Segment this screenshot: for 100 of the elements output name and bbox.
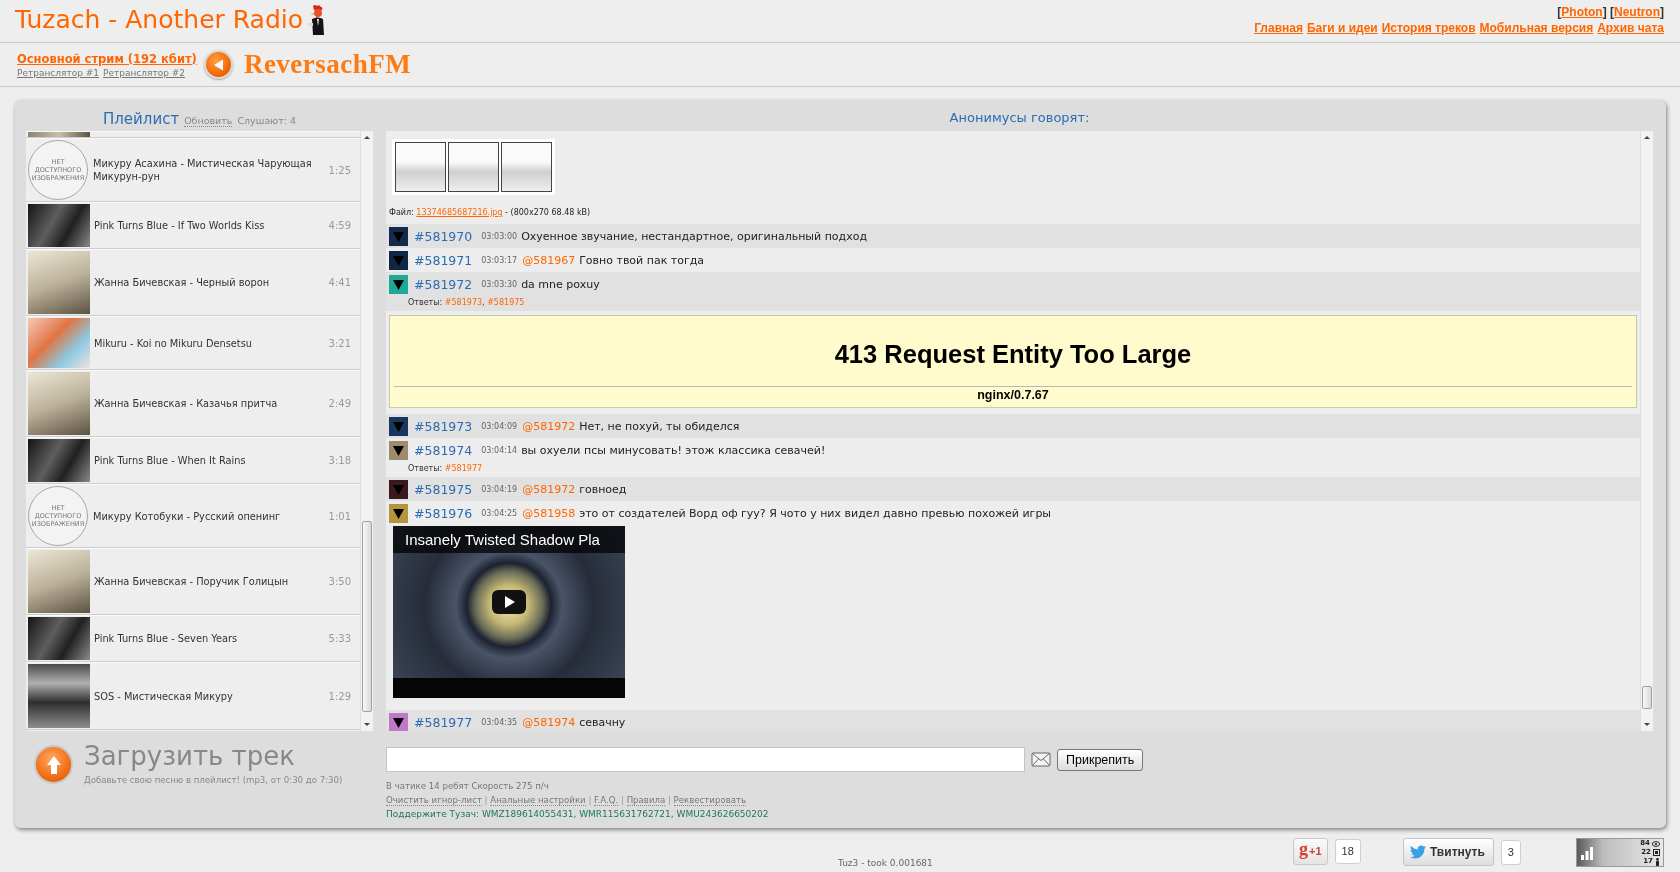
post-time: 03:04:25: [481, 508, 518, 518]
track-title: Pink Turns Blue - When It Rains: [94, 454, 247, 467]
track-title: SOS - Мистическая Микуру: [94, 689, 234, 703]
reply-link[interactable]: #581975: [487, 298, 525, 307]
post-number-link[interactable]: #581971: [414, 252, 473, 268]
post-number-link[interactable]: #581973: [414, 418, 473, 434]
photo-placeholder: [28, 617, 90, 660]
chat-title: Анонимусы говорят:: [949, 110, 1090, 125]
listeners-count: Слушают: 4: [237, 115, 297, 126]
photo-placeholder: [28, 318, 90, 368]
playlist-title: Плейлист: [102, 110, 180, 128]
track-title: Mikuru - Koi no Mikuru Densetsu: [94, 336, 253, 350]
settings-link[interactable]: F.A.Q.: [594, 795, 619, 806]
video-title: Insanely Twisted Shadow Pla: [393, 526, 625, 553]
reply-link[interactable]: #581977: [444, 464, 483, 473]
playlist-row[interactable]: Mikuru - Koi no Mikuru Densetsu 3:21: [26, 316, 360, 370]
playlist-row[interactable]: Pink Turns Blue - Seven Years 5:33: [26, 615, 360, 662]
upload-button[interactable]: [34, 745, 73, 784]
post-number-link[interactable]: #581970: [414, 228, 473, 244]
message-text: это от создателей Ворд оф гуу? Я чото у них видел давно превью похожей игры: [579, 506, 1052, 520]
post-time: 03:04:19: [481, 484, 518, 494]
relay-link[interactable]: Ретранслятор #2: [103, 67, 186, 78]
playlist-row[interactable]: Жанна Бичевская - Казачья притча 2:49: [26, 370, 360, 437]
nav-link[interactable]: Баги и идеи: [1306, 20, 1378, 36]
post-time: 03:03:17: [481, 255, 518, 265]
box-icon: [1653, 849, 1660, 856]
post-number-link[interactable]: #581972: [414, 276, 473, 292]
google-plus-button[interactable]: g+1: [1293, 838, 1328, 865]
settings-link[interactable]: Реквестировать: [673, 795, 747, 806]
track-title: Жанна Бичевская - Поручик Голицын: [94, 575, 290, 588]
post-time: 03:04:09: [481, 421, 518, 431]
track-duration: 2:49: [328, 398, 351, 409]
file-info-text: Файл: 13374685687216.jpg - (800x270 68.48 kB): [389, 208, 592, 217]
attach-button[interactable]: Прикрепить: [1057, 748, 1144, 771]
message-text: Говно твой пак тогда: [579, 253, 705, 267]
message-input[interactable]: [386, 747, 1025, 772]
track-duration: 3:21: [328, 337, 351, 349]
track-duration: 4:59: [328, 220, 351, 231]
error-title: 413 Request Entity Too Large: [833, 340, 1193, 368]
play-button-icon[interactable]: [492, 590, 526, 614]
chat-links: Очистить игнор-лист | Анальные настройки | F.A.Q. | Правила | Реквестировать: [386, 794, 748, 806]
track-duration: 3:18: [328, 455, 351, 466]
track-title: Pink Turns Blue - Seven Years: [94, 632, 239, 645]
replies-text: Ответы: #581973, #581975: [407, 297, 526, 309]
eye-icon: [1652, 840, 1660, 847]
settings-link[interactable]: Анальные настройки: [490, 795, 586, 806]
rooster-icon: [305, 4, 327, 36]
skin-link[interactable]: Photon: [1561, 5, 1603, 19]
track-title: Микуру Котобуки - Русский опенинг: [93, 509, 282, 523]
replies-text: Ответы: #581977: [407, 463, 484, 475]
nav-link[interactable]: Архив чата: [1597, 20, 1664, 36]
tweet-button[interactable]: Твитнуть: [1403, 838, 1494, 866]
station-logo-text: ReversachFM: [243, 49, 412, 80]
post-time: 03:03:30: [481, 279, 518, 289]
upload-hint: Добавьте свою песню в плейлист! (mp3, от 0:30 до 7:30): [84, 775, 343, 785]
reply-link[interactable]: @581967: [522, 253, 576, 267]
main-stream-link[interactable]: Основной стрим (192 кбит): [17, 51, 197, 66]
settings-link[interactable]: Очистить игнор-лист: [386, 795, 482, 806]
nav-link[interactable]: История треков: [1381, 20, 1476, 36]
message-text: da mne poxuy: [521, 277, 600, 291]
scrollbar-thumb[interactable]: [362, 521, 372, 712]
playlist-row[interactable]: Pink Turns Blue - If Two Worlds Kiss 4:59: [26, 202, 360, 249]
skin-link[interactable]: Neutron: [1614, 5, 1660, 19]
post-number-link[interactable]: #581975: [414, 481, 473, 497]
post-time: 03:04:35: [481, 717, 518, 727]
reply-link[interactable]: @581972: [522, 419, 576, 433]
scrollbar-thumb[interactable]: [1642, 686, 1652, 709]
playlist-row[interactable]: Жанна Бичевская - Поручик Голицын 3:50: [26, 548, 360, 615]
share-count: 18: [1334, 839, 1361, 864]
playlist-row[interactable]: SOS - Мистическая Микуру 1:29: [26, 662, 360, 730]
playlist-row[interactable]: Pink Turns Blue - When It Rains 3:18: [26, 437, 360, 484]
settings-link[interactable]: Правила: [626, 795, 666, 806]
video-placeholder[interactable]: Insanely Twisted Shadow Pla: [393, 526, 625, 698]
track-title: Микуру Асахина - Мистическая Чарующая Микурун-рун: [93, 157, 313, 183]
post-number-link[interactable]: #581974: [414, 442, 473, 458]
refresh-link[interactable]: Обновить: [184, 115, 233, 127]
playlist-row[interactable]: Жанна Бичевская - Черный ворон 4:41: [26, 249, 360, 316]
reply-link[interactable]: @581974: [522, 715, 576, 729]
upload-track-link[interactable]: Загрузить трек: [84, 739, 343, 773]
bird-icon: [1410, 844, 1426, 860]
file-link[interactable]: 13374685687216.jpg: [416, 208, 503, 217]
photo-placeholder: [28, 664, 90, 728]
envelope-icon[interactable]: [1031, 752, 1051, 767]
back-button[interactable]: [203, 50, 233, 79]
post-time: 03:04:14: [481, 445, 518, 455]
share-count: 3: [1500, 839, 1521, 865]
relay-link[interactable]: Ретранслятор #1: [17, 67, 100, 78]
post-number-link[interactable]: #581976: [414, 505, 473, 521]
track-duration: 1:01: [328, 510, 351, 522]
reply-link[interactable]: @581972: [522, 482, 576, 496]
post-number-link[interactable]: #581977: [414, 714, 473, 730]
nav-link[interactable]: Главная: [1254, 20, 1303, 36]
track-duration: 1:25: [328, 164, 351, 176]
scrollbar[interactable]: [1640, 131, 1653, 731]
scrollbar[interactable]: [360, 131, 373, 731]
left-triangle-icon: [212, 58, 224, 71]
message-text: Нет, не похуй, ты обиделся: [579, 419, 740, 433]
track-duration: 3:50: [328, 576, 351, 587]
reply-link[interactable]: @581958: [522, 506, 576, 520]
nav-link[interactable]: Мобильная версия: [1479, 20, 1594, 36]
